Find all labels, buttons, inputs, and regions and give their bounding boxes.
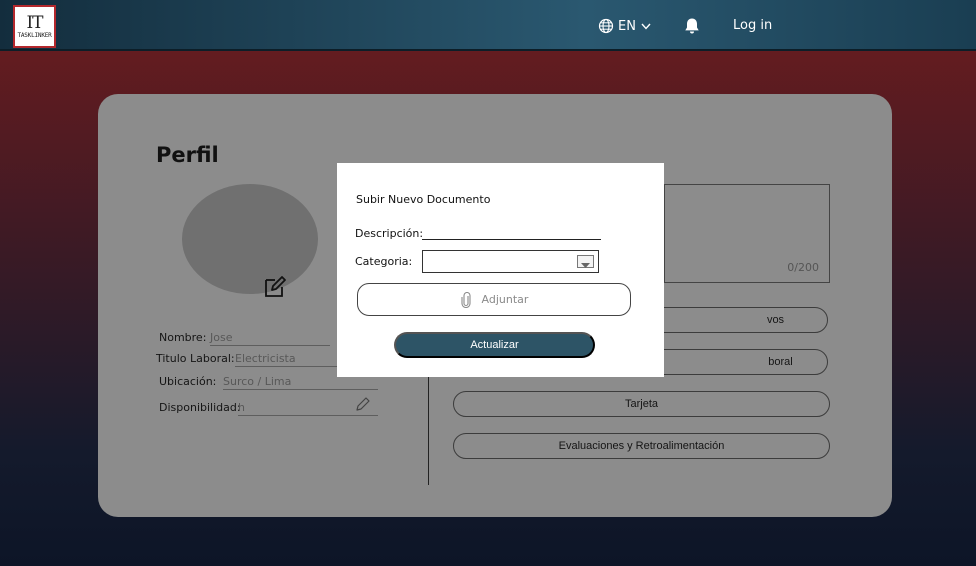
about-textarea[interactable]: 0/200 (664, 184, 830, 283)
category-label: Categoria: (355, 255, 413, 268)
upload-document-modal: Subir Nuevo Documento Descripción: Categ… (337, 163, 664, 377)
dropdown-arrow-icon[interactable] (577, 255, 594, 268)
modal-title: Subir Nuevo Documento (356, 193, 491, 206)
chevron-down-icon (641, 23, 651, 30)
logo-mark: IT (26, 12, 43, 33)
language-selector[interactable]: EN (598, 17, 652, 35)
job-title-field[interactable]: Electricista (235, 352, 339, 367)
update-button[interactable]: Actualizar (394, 332, 595, 358)
description-label: Descripción: (355, 227, 424, 240)
login-link[interactable]: Log in (733, 18, 772, 33)
top-navigation-bar: IT TASKLINKER EN Log in (0, 0, 976, 51)
location-label: Ubicación: (159, 375, 217, 388)
avatar (182, 184, 318, 294)
attach-button[interactable]: Adjuntar (357, 283, 631, 316)
attach-label: Adjuntar (481, 293, 529, 306)
button-work-history-label: boral (768, 356, 793, 368)
character-counter: 0/200 (787, 261, 819, 274)
job-title-label: Titulo Laboral: (156, 352, 235, 365)
location-field[interactable]: Surco / Lima (223, 375, 378, 390)
globe-icon (598, 18, 614, 34)
language-label: EN (618, 18, 636, 34)
button-evaluations[interactable]: Evaluaciones y Retroalimentación (453, 433, 830, 459)
availability-label: Disponibilidad: (159, 401, 241, 414)
button-evaluations-label: Evaluaciones y Retroalimentación (558, 440, 725, 452)
name-label: Nombre: (159, 331, 207, 344)
paperclip-icon (460, 291, 471, 308)
logo-text: TASKLINKER (17, 31, 52, 39)
edit-availability-icon[interactable] (355, 396, 371, 412)
page-title: Perfil (156, 143, 219, 167)
button-card-label: Tarjeta (624, 398, 659, 410)
category-select[interactable] (422, 250, 599, 273)
app-logo[interactable]: IT TASKLINKER (13, 5, 56, 48)
bell-icon[interactable] (682, 16, 702, 36)
description-input[interactable] (422, 239, 601, 240)
button-card[interactable]: Tarjeta (453, 391, 830, 417)
edit-avatar-icon[interactable] (263, 275, 287, 299)
name-field[interactable]: Jose (210, 331, 330, 346)
button-objectives-label: vos (766, 314, 785, 326)
